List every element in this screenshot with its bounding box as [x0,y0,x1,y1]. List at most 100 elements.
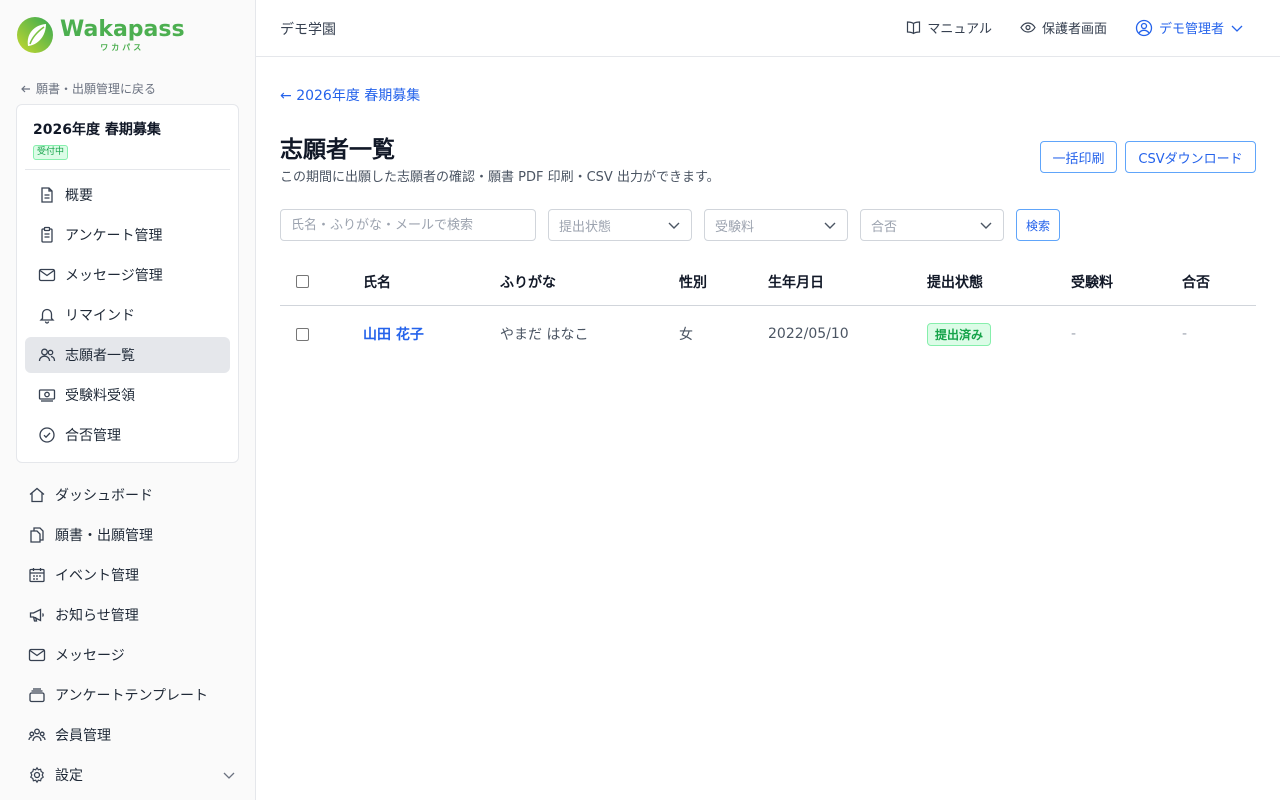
cash-icon [38,386,56,404]
sidebar-item-news[interactable]: お知らせ管理 [16,597,240,633]
chevron-down-icon [823,218,837,232]
book-icon [907,21,921,35]
user-menu[interactable]: デモ管理者 [1135,18,1244,37]
applicant-name-link[interactable]: 山田 花子 [363,324,424,344]
row-checkbox[interactable] [296,327,309,341]
sidebar-item-messages[interactable]: メッセージ [16,637,240,673]
chevron-down-icon [979,218,993,232]
period-nav-survey[interactable]: アンケート管理 [25,217,230,253]
chevron-down-icon [667,218,681,232]
divider [25,169,230,170]
row-select-cell [296,306,309,362]
status-badge: 提出済み [927,322,992,346]
leaf-logo-icon [17,17,53,53]
result-filter-select[interactable]: 合否 [860,209,1004,241]
fee-filter-select[interactable]: 受験料 [704,209,848,241]
status-badge: 受付中 [33,145,69,160]
nav-label: 受験料受領 [65,388,135,404]
period-nav-messages[interactable]: メッセージ管理 [25,257,230,293]
top-header: デモ学園 マニュアル 保護者画面 デモ管理者 [256,0,1280,57]
kana-cell: やまだ はなこ [500,327,589,343]
column-header[interactable]: 性別 [679,258,707,305]
column-header[interactable]: 氏名 [363,258,391,305]
mail-icon [38,266,56,284]
csv-download-button[interactable]: CSVダウンロード [1125,141,1256,173]
column-header[interactable]: 生年月日 [768,258,824,305]
nav-label: 設定 [55,768,83,784]
back-link-label: 願書・出願管理に戻る [36,82,157,96]
period-nav-overview[interactable]: 概要 [25,177,230,213]
brand-logo[interactable]: Wakapass ワカパス [16,16,185,54]
result-cell: - [1182,326,1188,342]
nav-label: 願書・出願管理 [55,528,153,544]
document-icon [38,186,56,204]
sidebar-item-survey-templates[interactable]: アンケートテンプレート [16,677,240,713]
nav-label: リマインド [65,308,135,324]
period-nav: 概要 アンケート管理 メッセージ管理 リマインド 志願者一覧 受験料受領 合否管… [25,177,230,457]
sidebar: Wakapass ワカパス 願書・出願管理に戻る 2026年度 春期募集 受付中… [0,0,256,800]
nav-label: メッセージ [55,648,125,664]
manual-label: マニュアル [927,22,992,37]
chevron-down-icon[interactable] [222,768,236,782]
guardian-view-link[interactable]: 保護者画面 [1020,18,1107,37]
chevron-down-icon [1231,25,1243,32]
manual-link[interactable]: マニュアル [906,18,992,37]
gender-cell: 女 [679,327,693,343]
bell-icon [38,306,56,324]
breadcrumb-label: 2026年度 春期募集 [296,88,421,104]
nav-label: ダッシュボード [55,488,153,504]
main-nav: ダッシュボード 願書・出願管理 イベント管理 お知らせ管理 メッセージ アンケー… [16,477,240,797]
brand-kana: ワカパス [100,43,145,52]
eye-icon [1020,22,1036,33]
user-circle-icon [1135,19,1153,36]
breadcrumb-back-link[interactable]: ← 2026年度 春期募集 [280,85,420,105]
period-nav-fee[interactable]: 受験料受領 [25,377,230,413]
applicant-name-cell: 山田 花子 [363,306,424,362]
nav-label: アンケート管理 [65,228,163,244]
period-card: 2026年度 春期募集 受付中 概要 アンケート管理 メッセージ管理 リマインド [16,104,239,463]
sidebar-item-events[interactable]: イベント管理 [16,557,240,593]
home-icon [28,486,46,504]
column-header[interactable]: 合否 [1182,258,1210,305]
birthdate-cell: 2022/05/10 [768,326,849,342]
result-filter-value: 合否 [871,219,898,235]
sidebar-item-applications[interactable]: 願書・出願管理 [16,517,240,553]
nav-label: メッセージ管理 [65,268,163,284]
search-input[interactable] [280,209,536,241]
stack-icon [28,686,46,704]
bulk-print-button[interactable]: 一括印刷 [1040,141,1117,173]
user-name: デモ管理者 [1158,22,1224,37]
column-header[interactable]: 提出状態 [927,258,983,305]
back-to-applications-link[interactable]: 願書・出願管理に戻る [20,80,156,97]
select-all-checkbox[interactable] [296,275,309,288]
sidebar-item-settings[interactable]: 設定 [16,757,240,793]
applicants-table: 氏名 ふりがな 性別 生年月日 提出状態 受験料 合否 山田 花子 やまだ はな… [280,258,1256,362]
members-icon [28,726,46,744]
status-filter-select[interactable]: 提出状態 [548,209,692,241]
sidebar-item-members[interactable]: 会員管理 [16,717,240,753]
nav-label: 会員管理 [55,728,111,744]
nav-label: アンケートテンプレート [55,688,209,704]
nav-label: 合否管理 [65,428,121,444]
documents-icon [28,526,46,544]
period-nav-applicants[interactable]: 志願者一覧 [25,337,230,373]
users-icon [38,346,56,364]
nav-label: お知らせ管理 [55,608,139,624]
gear-icon [28,766,46,784]
fee-cell: - [1071,326,1077,342]
period-nav-result[interactable]: 合否管理 [25,417,230,453]
megaphone-icon [28,606,46,624]
column-header[interactable]: 受験料 [1071,258,1113,305]
column-header[interactable]: ふりがな [500,258,556,305]
select-all-cell [296,258,309,305]
period-nav-reminder[interactable]: リマインド [25,297,230,333]
nav-label: 志願者一覧 [65,348,135,364]
fee-filter-value: 受験料 [715,219,755,235]
calendar-icon [28,566,46,584]
clipboard-icon [38,226,56,244]
search-button[interactable]: 検索 [1016,209,1060,241]
page-description: この期間に出願した志願者の確認・願書 PDF 印刷・CSV 出力ができます。 [280,170,720,185]
school-name: デモ学園 [280,22,336,38]
page-title: 志願者一覧 [280,137,395,163]
sidebar-item-dashboard[interactable]: ダッシュボード [16,477,240,513]
